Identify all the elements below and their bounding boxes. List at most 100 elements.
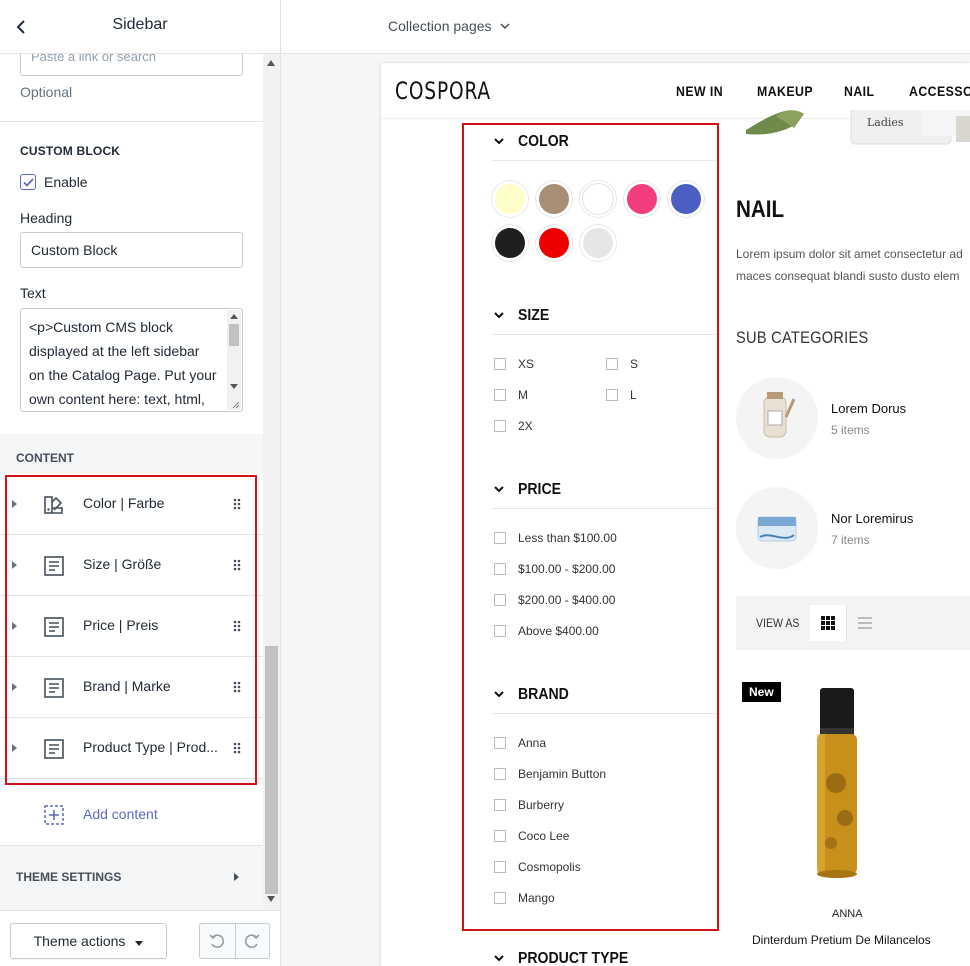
- expand-caret-icon[interactable]: [12, 744, 17, 752]
- scroll-down-arrow-icon[interactable]: [267, 896, 275, 902]
- checkbox[interactable]: [494, 830, 506, 842]
- brand-option[interactable]: Coco Lee: [494, 829, 569, 843]
- page-type-select[interactable]: Collection pages: [388, 18, 510, 34]
- color-swatch-pink[interactable]: [627, 184, 657, 214]
- color-swatch-grey[interactable]: [583, 228, 613, 258]
- list-view-button[interactable]: [846, 605, 882, 641]
- checkbox[interactable]: [494, 799, 506, 811]
- color-swatch-blue[interactable]: [671, 184, 701, 214]
- price-option[interactable]: Above $400.00: [494, 624, 599, 638]
- expand-caret-icon[interactable]: [12, 561, 17, 569]
- sub-category-thumbnail[interactable]: [736, 487, 818, 569]
- checkbox[interactable]: [494, 892, 506, 904]
- brand-option[interactable]: Burberry: [494, 798, 564, 812]
- chevron-down-icon[interactable]: [494, 312, 504, 320]
- add-content-button[interactable]: Add content: [0, 785, 263, 846]
- panel-scrollbar[interactable]: [263, 54, 280, 910]
- chevron-down-icon[interactable]: [494, 486, 504, 494]
- checkbox[interactable]: [494, 389, 506, 401]
- grid-view-button[interactable]: [810, 605, 846, 641]
- block-item-product-type[interactable]: Product Type | Prod...: [0, 718, 263, 779]
- block-item-brand[interactable]: Brand | Marke: [0, 657, 263, 718]
- expand-caret-icon[interactable]: [12, 500, 17, 508]
- chevron-down-icon[interactable]: [494, 955, 504, 963]
- size-option-l[interactable]: L: [606, 388, 637, 402]
- expand-caret-icon[interactable]: [12, 622, 17, 630]
- checkbox[interactable]: [494, 625, 506, 637]
- checkbox[interactable]: [606, 389, 618, 401]
- size-option-s[interactable]: S: [606, 357, 638, 371]
- filter-title-price[interactable]: PRICE: [518, 481, 561, 499]
- undo-button[interactable]: [200, 924, 235, 958]
- price-option[interactable]: Less than $100.00: [494, 531, 617, 545]
- sub-category-name[interactable]: Lorem Dorus: [831, 401, 906, 416]
- checkbox[interactable]: [494, 594, 506, 606]
- checkbox[interactable]: [494, 737, 506, 749]
- color-swatch-red[interactable]: [539, 228, 569, 258]
- brand-option[interactable]: Anna: [494, 736, 546, 750]
- price-option[interactable]: $200.00 - $400.00: [494, 593, 615, 607]
- nav-new-in[interactable]: NEW IN: [676, 83, 723, 99]
- color-swatch-white[interactable]: [583, 184, 613, 214]
- drag-handle-icon[interactable]: [232, 558, 242, 572]
- filter-title-product-type[interactable]: PRODUCT TYPE: [518, 950, 628, 966]
- panel-scroll-thumb[interactable]: [265, 646, 278, 894]
- text-label: Text: [20, 285, 46, 301]
- chevron-down-icon[interactable]: [494, 138, 504, 146]
- drag-handle-icon[interactable]: [232, 741, 242, 755]
- drag-handle-icon[interactable]: [232, 619, 242, 633]
- block-item-size[interactable]: Size | Größe: [0, 535, 263, 596]
- checkbox[interactable]: [494, 532, 506, 544]
- checkbox[interactable]: [494, 861, 506, 873]
- size-option-2x[interactable]: 2X: [494, 419, 533, 433]
- brand-option[interactable]: Cosmopolis: [494, 860, 581, 874]
- resize-grip-icon[interactable]: [230, 399, 240, 409]
- checkbox[interactable]: [494, 768, 506, 780]
- textarea-scrollbar[interactable]: [227, 310, 241, 410]
- size-option-xs[interactable]: XS: [494, 357, 534, 371]
- filter-title-size[interactable]: SIZE: [518, 307, 549, 325]
- color-swatch-cream[interactable]: [495, 184, 525, 214]
- undo-icon: [209, 934, 225, 948]
- block-item-price[interactable]: Price | Preis: [0, 596, 263, 657]
- link-search-input[interactable]: Paste a link or search: [20, 54, 243, 76]
- block-item-color[interactable]: Color | Farbe: [0, 474, 263, 535]
- theme-actions-button[interactable]: Theme actions: [10, 923, 167, 959]
- checkbox[interactable]: [606, 358, 618, 370]
- redo-button[interactable]: [234, 924, 270, 958]
- option-label: Anna: [518, 736, 547, 750]
- filter-title-brand[interactable]: BRAND: [518, 686, 569, 704]
- sub-category-name[interactable]: Nor Loremirus: [831, 511, 913, 526]
- heading-input[interactable]: Custom Block: [20, 232, 243, 268]
- scroll-up-arrow-icon[interactable]: [230, 314, 238, 319]
- product-image[interactable]: [801, 688, 891, 883]
- brand-option[interactable]: Mango: [494, 891, 555, 905]
- nav-makeup[interactable]: MAKEUP: [757, 83, 813, 99]
- textarea-scroll-thumb[interactable]: [229, 324, 239, 346]
- drag-handle-icon[interactable]: [232, 497, 242, 511]
- color-swatch-black[interactable]: [495, 228, 525, 258]
- expand-caret-icon[interactable]: [12, 683, 17, 691]
- enable-checkbox[interactable]: [20, 174, 36, 190]
- text-textarea[interactable]: <p>Custom CMS block displayed at the lef…: [20, 308, 243, 412]
- product-title[interactable]: Dinterdum Pretium De Milancelos: [752, 933, 931, 947]
- nav-nail[interactable]: NAIL: [844, 83, 875, 99]
- scroll-down-arrow-icon[interactable]: [230, 384, 238, 389]
- chevron-down-icon[interactable]: [494, 691, 504, 699]
- theme-settings-row[interactable]: THEME SETTINGS: [0, 847, 263, 908]
- drag-handle-icon[interactable]: [232, 680, 242, 694]
- checkbox[interactable]: [494, 563, 506, 575]
- checkbox[interactable]: [494, 358, 506, 370]
- nav-accessories[interactable]: ACCESSOR: [909, 83, 970, 99]
- option-label: M: [518, 388, 528, 402]
- scroll-up-arrow-icon[interactable]: [267, 60, 275, 66]
- enable-checkbox-row[interactable]: Enable: [20, 174, 88, 190]
- price-option[interactable]: $100.00 - $200.00: [494, 562, 615, 576]
- filter-title-color[interactable]: COLOR: [518, 133, 569, 151]
- store-logo[interactable]: COSPORA: [395, 77, 491, 105]
- size-option-m[interactable]: M: [494, 388, 528, 402]
- checkbox[interactable]: [494, 420, 506, 432]
- sub-category-thumbnail[interactable]: [736, 377, 818, 459]
- color-swatch-taupe[interactable]: [539, 184, 569, 214]
- brand-option[interactable]: Benjamin Button: [494, 767, 606, 781]
